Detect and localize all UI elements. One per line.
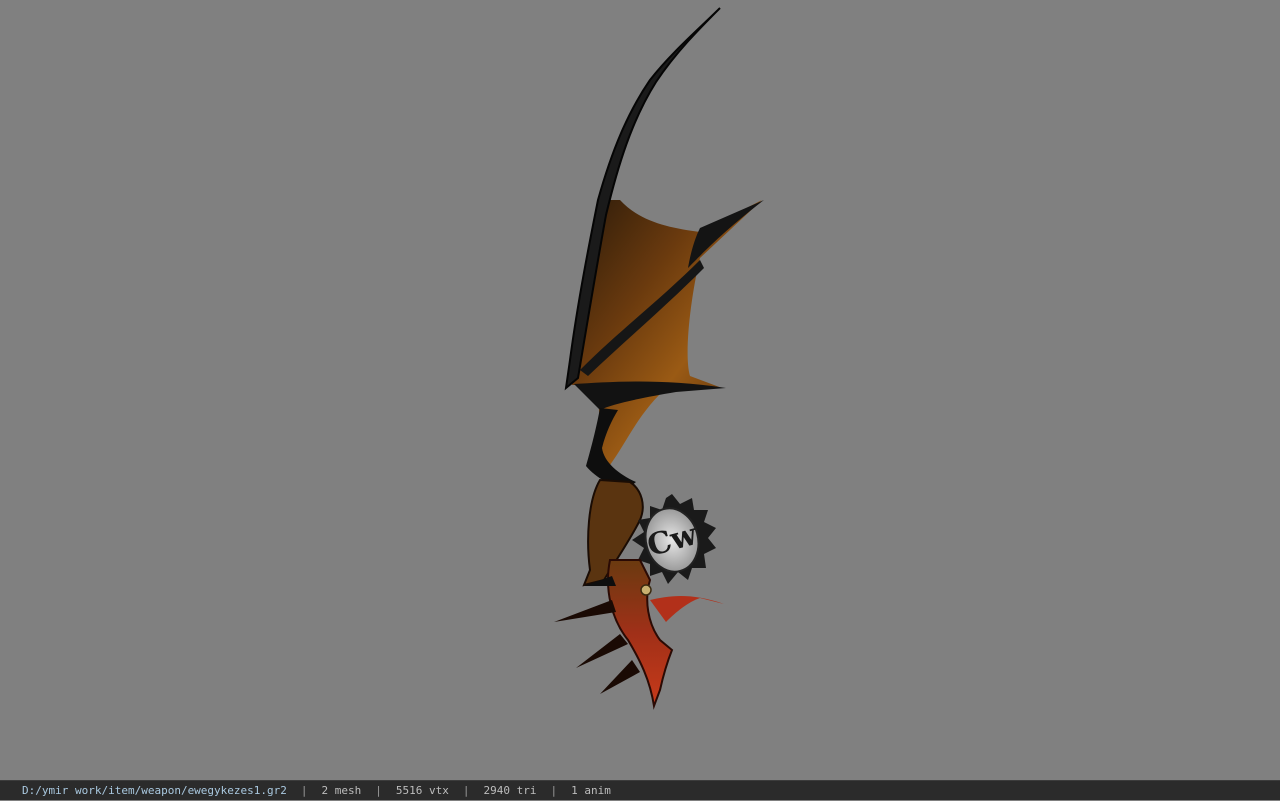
weapon-model-render: Cw (554, 7, 764, 710)
separator: | (550, 784, 558, 797)
3d-viewport[interactable]: Cw (0, 0, 1280, 780)
separator: | (375, 784, 382, 797)
mesh-count: 2 mesh (321, 784, 362, 797)
animation-count: 1 anim (571, 784, 611, 797)
hilt-claw-right (650, 596, 724, 622)
claw-spike-3 (600, 660, 640, 694)
status-bar: D:/ymir work/item/weapon/ewegykezes1.gr2… (0, 780, 1280, 800)
separator: | (462, 784, 470, 797)
hilt-jewel (640, 584, 652, 596)
triangle-count: 2940 tri (483, 784, 537, 797)
blade-strut-2 (574, 381, 726, 410)
claw-spike-2 (576, 634, 628, 668)
vertex-count: 5516 vtx (395, 784, 449, 797)
claw-spike-1 (554, 600, 616, 622)
separator: | (300, 784, 308, 797)
file-path: D:/ymir work/item/weapon/ewegykezes1.gr2 (22, 784, 287, 797)
